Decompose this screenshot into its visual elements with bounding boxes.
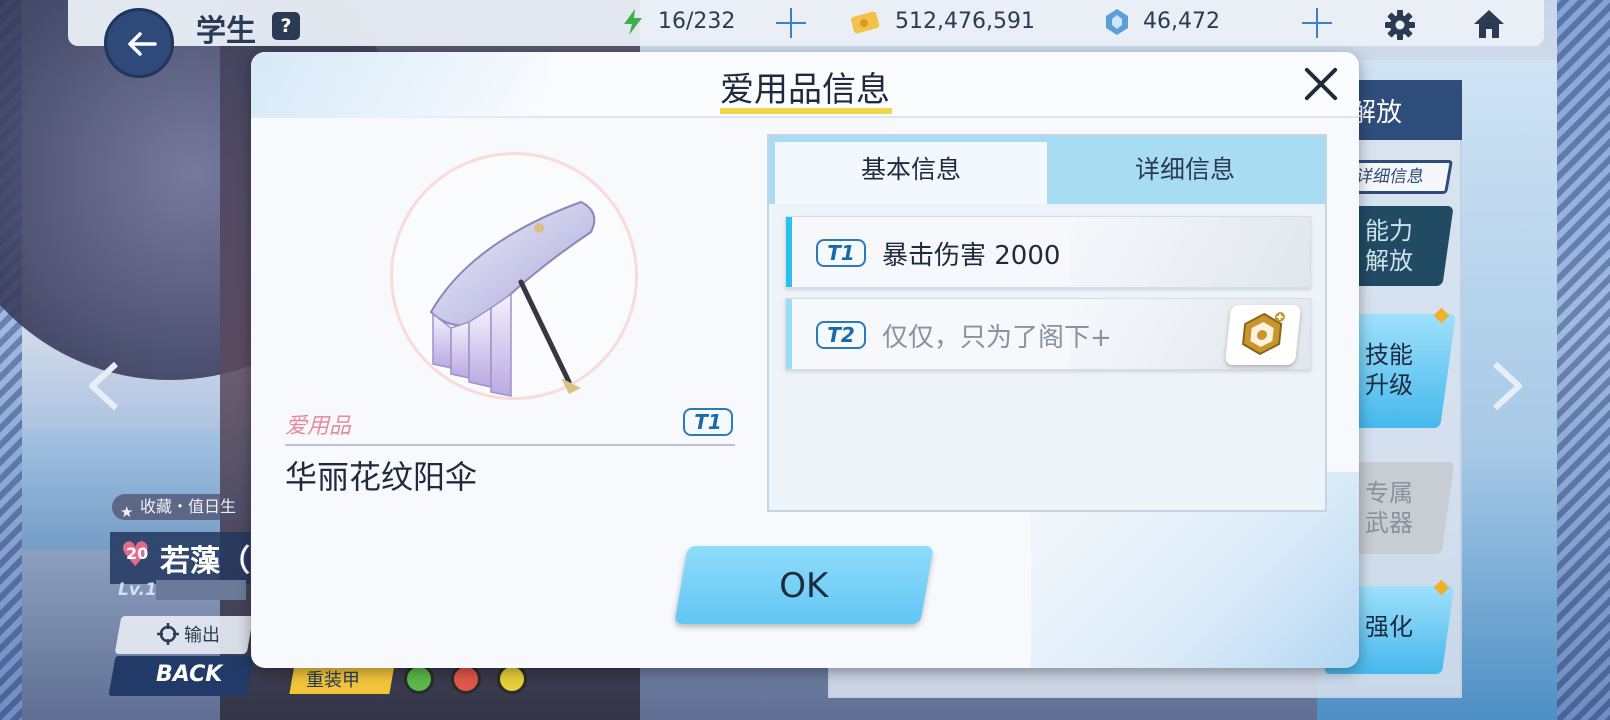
add-pyroxene-button[interactable] [1302, 8, 1332, 38]
terrain-normal-icon [497, 664, 527, 694]
add-ap-button[interactable] [776, 8, 806, 38]
ok-button[interactable]: OK [674, 546, 934, 624]
gift-upgrade-icon [1241, 312, 1285, 356]
parasol-icon [429, 200, 596, 397]
student-tag: ★ 收藏・值日生 [112, 494, 247, 521]
modal-header: 爱用品信息 [251, 52, 1359, 118]
item-divider [285, 444, 735, 446]
armor-type-label: 重装甲 [306, 670, 360, 691]
effect-text: 仅仅，只为了阁下+ [882, 323, 1112, 353]
crosshair-icon [157, 623, 179, 645]
effect-active-bar [786, 217, 792, 287]
item-name: 华丽花纹阳伞 [285, 458, 478, 496]
effect-unlock-item[interactable] [1224, 305, 1302, 365]
terrain-bad-icon [451, 664, 481, 694]
role-label: 输出 [184, 625, 220, 646]
effect-row-t2: T2 仅仅，只为了阁下+ [785, 298, 1311, 370]
student-tag-label: 收藏・值日生 [140, 497, 237, 516]
back-button[interactable] [104, 8, 174, 78]
effect-tier-badge: T2 [816, 321, 866, 349]
effect-row-t1: T1 暴击伤害 2000 [785, 216, 1311, 288]
pyroxene-icon [1106, 9, 1128, 35]
info-panel: 基本信息 详细信息 T1 暴击伤害 2000 T2 仅仅，只为了阁下+ [767, 134, 1327, 512]
credit-icon [851, 11, 880, 34]
gift-info-modal: 爱用品信息 爱用品 T1 华丽花纹阳伞 基本信息 详细信息 T1 暴击伤害 20… [251, 52, 1359, 668]
next-student-icon[interactable] [1487, 360, 1527, 412]
ability-release-label: 能力解放 [1365, 217, 1413, 275]
tab-detail-info[interactable]: 详细信息 [1047, 142, 1323, 204]
ok-label: OK [779, 566, 829, 606]
item-category: 爱用品 [285, 414, 352, 439]
credit-value: 512,476,591 [895, 9, 1035, 34]
back-arrow-icon [128, 32, 157, 56]
effect-decoration [1070, 217, 1310, 287]
bond-level: 20 [126, 544, 149, 563]
previous-student-icon[interactable] [84, 360, 124, 412]
effect-tier-badge: T1 [816, 239, 866, 267]
title-underline [720, 108, 892, 114]
ap-value: 16/232 [658, 9, 736, 34]
terrain-good-icon [404, 664, 434, 694]
student-name: 若藻（ [160, 544, 250, 579]
pyroxene-value: 46,472 [1143, 9, 1220, 34]
gear-icon[interactable] [1384, 9, 1416, 41]
exp-bar [156, 580, 246, 600]
star-icon: ★ [120, 503, 134, 521]
close-button[interactable] [1301, 64, 1341, 104]
back-label: BACK [156, 662, 223, 687]
tab-basic-info[interactable]: 基本信息 [775, 142, 1047, 204]
student-level: Lv.1 [118, 580, 157, 600]
lightning-icon [624, 9, 642, 35]
effect-inactive-bar [786, 299, 792, 369]
skill-upgrade-label: 技能升级 [1365, 341, 1413, 399]
page-title: 学生 [196, 14, 256, 49]
effect-text: 暴击伤害 2000 [882, 241, 1061, 271]
home-icon[interactable] [1472, 8, 1506, 40]
modal-title: 爱用品信息 [720, 70, 890, 110]
enhance-label: 强化 [1365, 613, 1413, 641]
help-button[interactable]: ? [272, 12, 300, 40]
item-tier-badge: T1 [683, 408, 733, 436]
exclusive-weapon-label: 专属武器 [1365, 479, 1413, 537]
